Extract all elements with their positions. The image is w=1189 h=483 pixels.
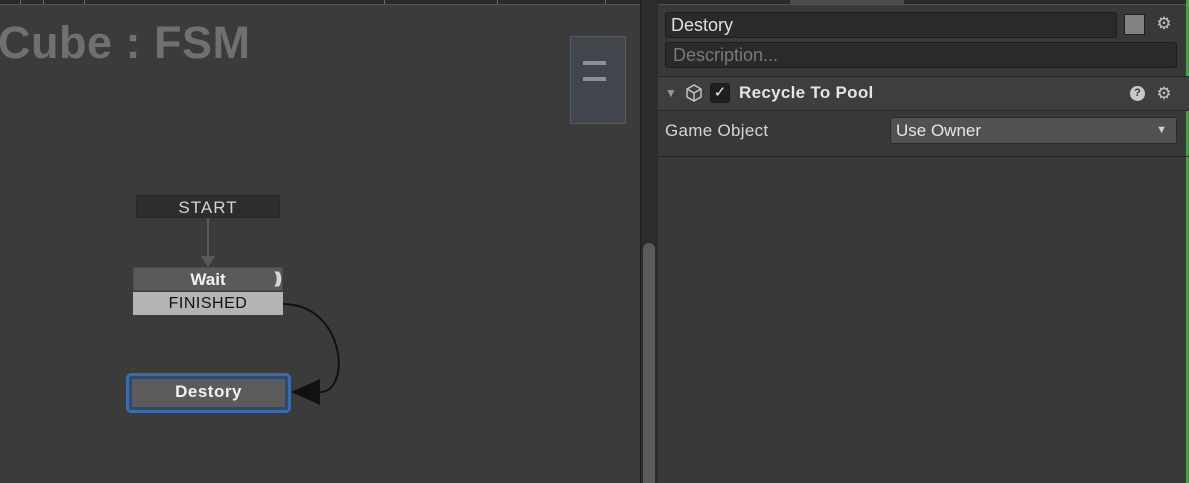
state-name-field[interactable]: Destory xyxy=(665,12,1117,38)
destory-state-selected[interactable]: Destory xyxy=(126,373,291,413)
action-title: Recycle To Pool xyxy=(739,83,874,102)
action-enabled-checkbox[interactable]: ✓ xyxy=(710,83,730,103)
finished-link-arrow xyxy=(291,379,320,405)
game-object-dropdown-value: Use Owner xyxy=(896,121,982,140)
transition-links xyxy=(201,218,340,405)
wait-state-label: Wait xyxy=(190,270,226,289)
game-object-label: Game Object xyxy=(665,121,769,140)
wait-state-header[interactable]: Wait )) xyxy=(133,267,283,291)
fsm-graph-canvas[interactable]: Cube : FSM START Wait )) FINISHED Destor… xyxy=(0,0,640,483)
state-settings-gear-icon[interactable]: ⚙ xyxy=(1155,15,1173,33)
active-tab-indicator[interactable] xyxy=(790,0,904,4)
destory-state-label: Destory xyxy=(132,379,285,407)
wait-loop-icon: )) xyxy=(274,270,281,287)
inspector-tab-strip xyxy=(658,0,1189,5)
graph-scrollbar-thumb[interactable] xyxy=(643,243,655,483)
start-state[interactable]: START xyxy=(136,195,280,218)
transition-finished[interactable]: FINISHED xyxy=(133,292,283,315)
fold-triangle-icon[interactable]: ▼ xyxy=(665,86,677,100)
finished-link[interactable] xyxy=(282,303,340,393)
cube-icon xyxy=(686,84,702,102)
description-field[interactable]: Description... xyxy=(665,42,1177,68)
state-color-swatch[interactable] xyxy=(1124,14,1145,35)
action-header[interactable]: ▼ ✓ Recycle To Pool ? ⚙ xyxy=(658,77,1189,110)
start-link-arrow xyxy=(201,256,215,267)
state-inspector: Destory ⚙ Description... ▼ ✓ Recycle To … xyxy=(658,0,1189,483)
chevron-down-icon: ▼ xyxy=(1156,124,1167,136)
divider xyxy=(658,110,1189,111)
help-icon[interactable]: ? xyxy=(1130,86,1145,101)
wait-state[interactable]: Wait )) FINISHED xyxy=(133,267,283,316)
game-object-dropdown[interactable]: Use Owner ▼ xyxy=(890,117,1177,144)
divider xyxy=(658,156,1189,157)
graph-scrollbar[interactable] xyxy=(640,0,658,483)
action-settings-gear-icon[interactable]: ⚙ xyxy=(1155,85,1173,103)
